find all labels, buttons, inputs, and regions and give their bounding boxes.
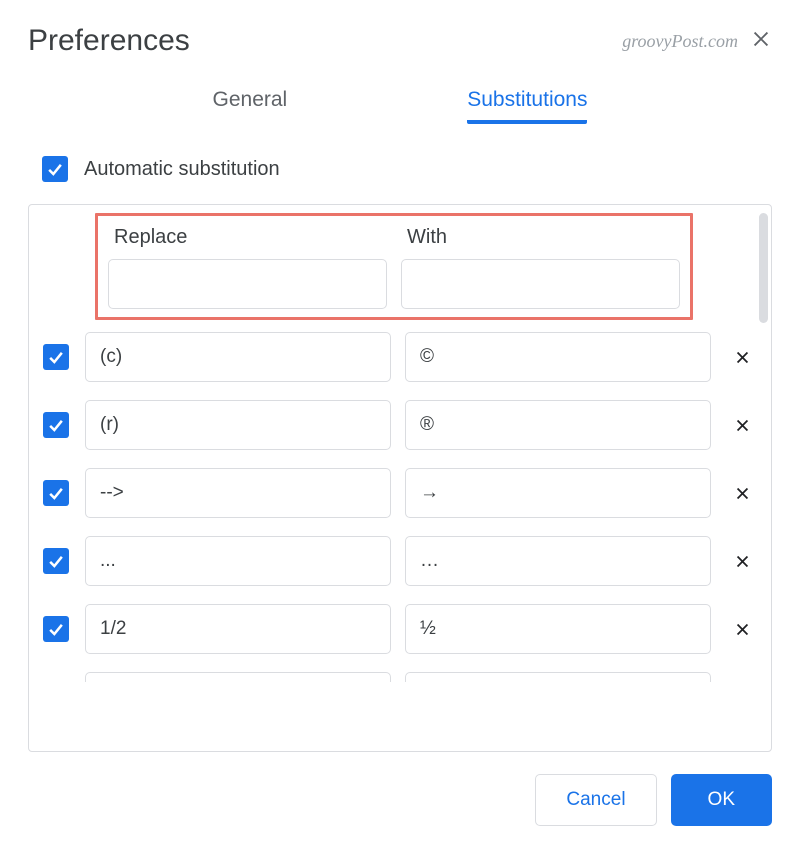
delete-row-button[interactable] — [727, 553, 757, 570]
with-input[interactable] — [405, 468, 711, 518]
scrollbar-thumb[interactable] — [759, 213, 768, 323]
table-row — [43, 536, 757, 586]
with-input[interactable] — [405, 604, 711, 654]
new-with-input[interactable] — [401, 259, 680, 309]
partial-with-input[interactable] — [405, 672, 711, 682]
replace-input[interactable] — [85, 332, 391, 382]
row-checkbox[interactable] — [43, 412, 69, 438]
replace-header: Replace — [108, 226, 387, 249]
row-fields — [85, 672, 711, 682]
watermark-text: groovyPost.com — [622, 31, 738, 52]
tabs: General Substitutions — [28, 88, 772, 124]
table-row — [43, 604, 757, 654]
row-checkbox[interactable] — [43, 548, 69, 574]
header-right: groovyPost.com — [622, 28, 772, 55]
row-checkbox[interactable] — [43, 344, 69, 370]
delete-icon — [734, 621, 751, 638]
substitution-rows — [37, 328, 763, 682]
replace-input[interactable] — [85, 536, 391, 586]
new-entry-inputs — [108, 259, 680, 309]
row-fields — [85, 468, 711, 518]
delete-icon — [734, 349, 751, 366]
partial-row — [43, 672, 757, 682]
dialog-title: Preferences — [28, 24, 190, 58]
with-input[interactable] — [405, 536, 711, 586]
delete-icon — [734, 485, 751, 502]
tab-general[interactable]: General — [213, 88, 288, 124]
checkmark-icon — [46, 551, 66, 571]
with-input[interactable] — [405, 332, 711, 382]
column-headers: Replace With — [108, 226, 680, 249]
delete-row-button[interactable] — [727, 621, 757, 638]
with-input[interactable] — [405, 400, 711, 450]
partial-replace-input[interactable] — [85, 672, 391, 682]
dialog-header: Preferences groovyPost.com — [28, 24, 772, 58]
close-icon — [750, 28, 772, 50]
row-fields — [85, 332, 711, 382]
new-entry-highlight: Replace With — [95, 213, 693, 320]
auto-substitution-checkbox[interactable] — [42, 156, 68, 182]
replace-input[interactable] — [85, 400, 391, 450]
cancel-button[interactable]: Cancel — [535, 774, 656, 826]
with-header: With — [401, 226, 680, 249]
table-row — [43, 468, 757, 518]
replace-input[interactable] — [85, 604, 391, 654]
auto-substitution-label: Automatic substitution — [84, 158, 280, 181]
dialog-footer: Cancel OK — [28, 752, 772, 826]
checkmark-icon — [46, 619, 66, 639]
delete-icon — [734, 417, 751, 434]
row-checkbox[interactable] — [43, 616, 69, 642]
delete-row-button[interactable] — [727, 417, 757, 434]
close-button[interactable] — [750, 28, 772, 55]
table-row — [43, 400, 757, 450]
checkmark-icon — [46, 483, 66, 503]
new-replace-input[interactable] — [108, 259, 387, 309]
checkmark-icon — [46, 347, 66, 367]
substitution-table: Replace With — [28, 204, 772, 752]
table-row — [43, 332, 757, 382]
row-fields — [85, 536, 711, 586]
tab-substitutions[interactable]: Substitutions — [467, 88, 587, 124]
delete-icon — [734, 553, 751, 570]
delete-row-button[interactable] — [727, 485, 757, 502]
auto-substitution-row: Automatic substitution — [42, 156, 772, 182]
preferences-dialog: Preferences groovyPost.com General Subst… — [0, 0, 800, 846]
checkmark-icon — [46, 415, 66, 435]
delete-row-button[interactable] — [727, 349, 757, 366]
ok-button[interactable]: OK — [671, 774, 772, 826]
replace-input[interactable] — [85, 468, 391, 518]
checkmark-icon — [45, 159, 65, 179]
row-checkbox[interactable] — [43, 480, 69, 506]
row-fields — [85, 400, 711, 450]
row-fields — [85, 604, 711, 654]
